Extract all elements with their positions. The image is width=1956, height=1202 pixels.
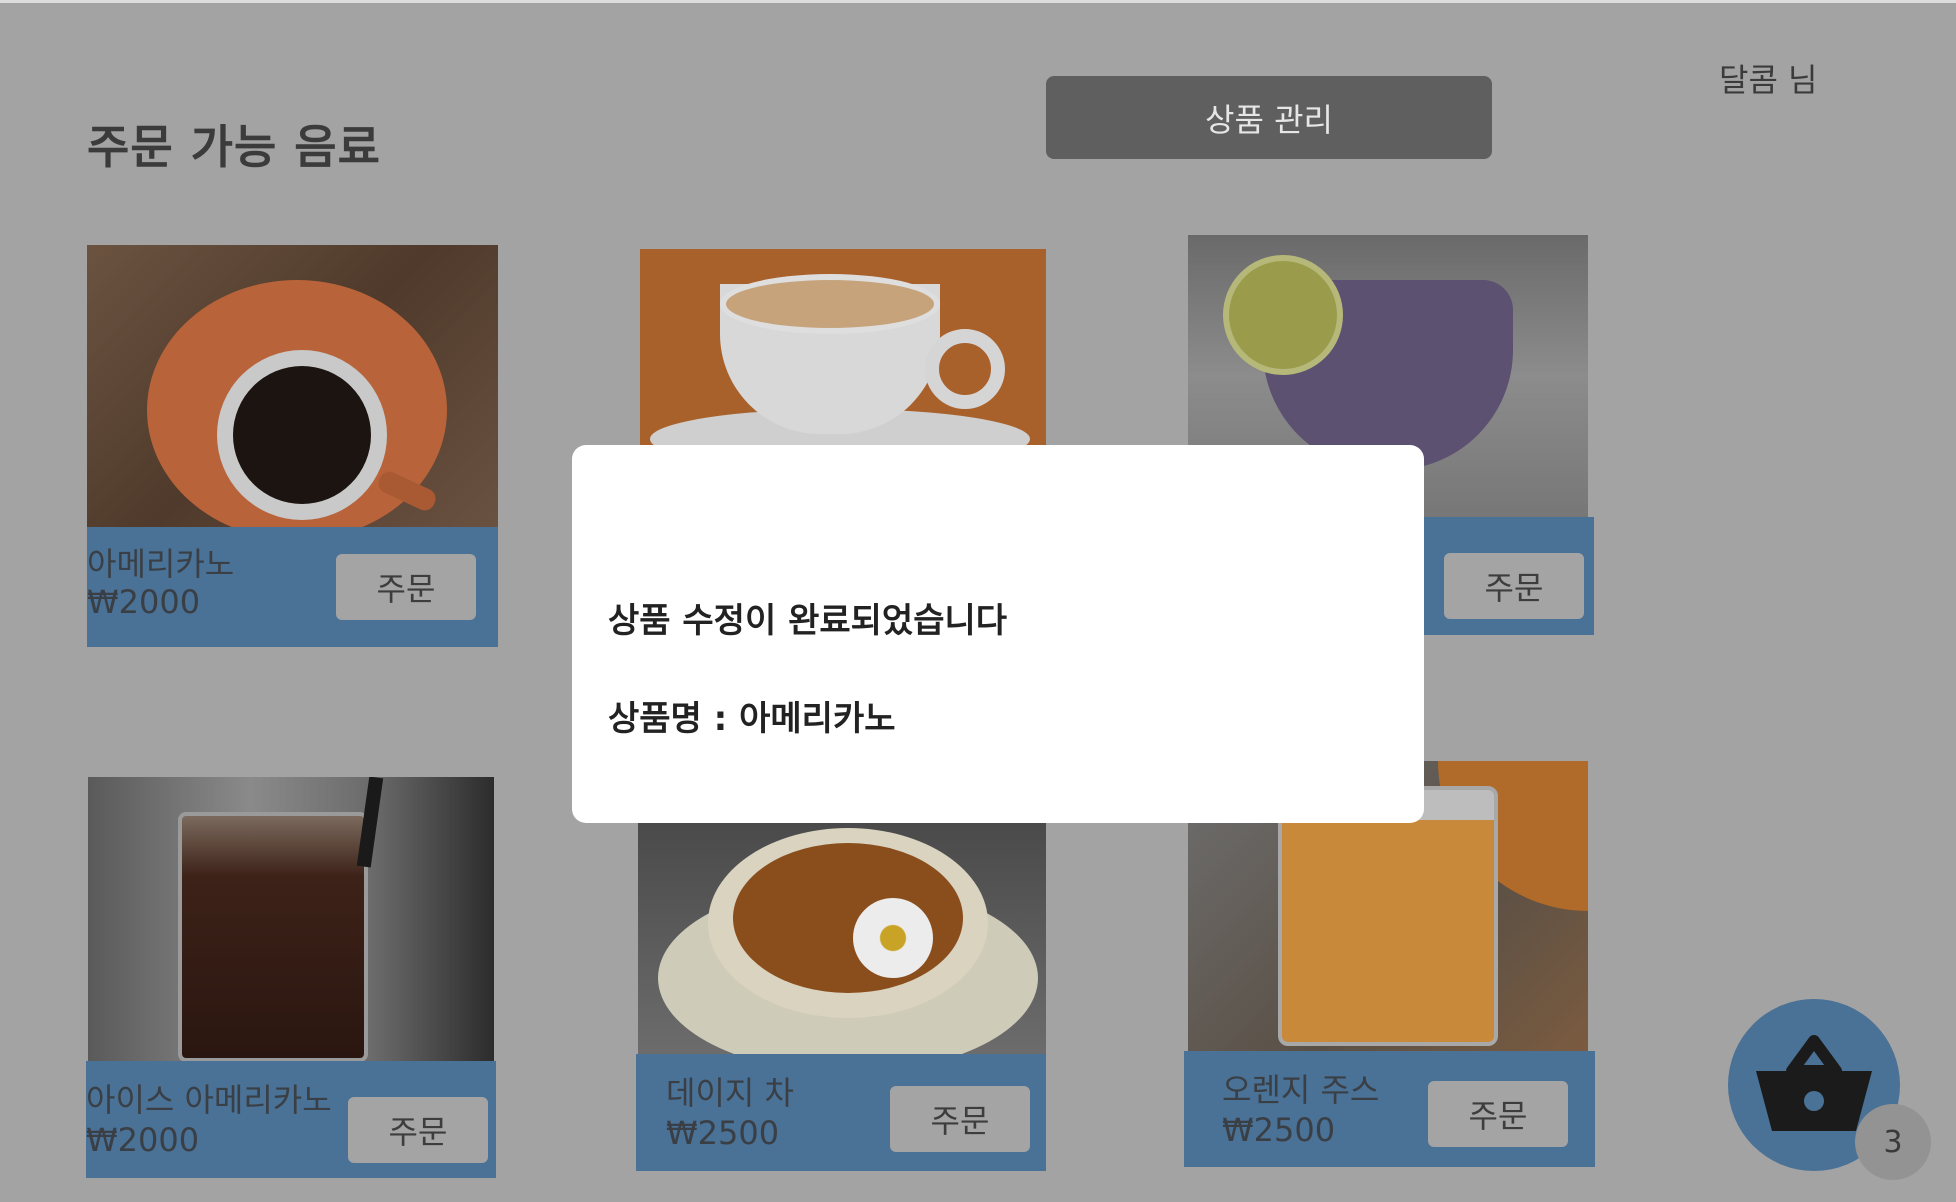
- cart-count-badge: 3: [1855, 1104, 1931, 1180]
- page-title: 주문 가능 음료: [87, 120, 381, 174]
- product-price: ₩2000: [87, 583, 201, 621]
- basket-icon: [1756, 1035, 1872, 1131]
- product-card-iced-americano: 아이스 아메리카노 ₩2000 주문: [86, 777, 496, 1178]
- order-button[interactable]: 주문: [1444, 553, 1584, 619]
- product-image-daisy-tea: [638, 823, 1046, 1054]
- dialog-product-name: 상품명 : 아메리카노: [608, 699, 896, 739]
- product-price: ₩2500: [666, 1114, 780, 1152]
- product-name: 데이지 차: [666, 1074, 794, 1112]
- user-name: 달콤 님: [1719, 61, 1818, 99]
- product-info: 아메리카노 ₩2000 주문: [87, 527, 498, 647]
- product-info: 데이지 차 ₩2500 주문: [636, 1054, 1046, 1171]
- order-button[interactable]: 주문: [336, 554, 476, 620]
- product-info: 오렌지 주스 ₩2500 주문: [1184, 1051, 1595, 1167]
- product-price: ₩2500: [1222, 1111, 1336, 1149]
- product-image-iced-americano: [88, 777, 494, 1061]
- product-info: 아이스 아메리카노 ₩2000 주문: [86, 1061, 496, 1178]
- product-name: 아메리카노: [87, 545, 235, 583]
- order-button[interactable]: 주문: [890, 1086, 1030, 1152]
- product-card-americano: 아메리카노 ₩2000 주문: [87, 245, 498, 647]
- order-button[interactable]: 주문: [348, 1097, 488, 1163]
- manage-products-button[interactable]: 상품 관리: [1046, 76, 1492, 159]
- product-card-daisy-tea: 데이지 차 ₩2500 주문: [636, 823, 1046, 1171]
- product-price: ₩2000: [86, 1121, 200, 1159]
- dialog-message: 상품 수정이 완료되었습니다: [608, 601, 1008, 641]
- product-image-americano: [87, 245, 498, 527]
- product-name: 아이스 아메리카노: [86, 1081, 332, 1119]
- update-complete-dialog[interactable]: 상품 수정이 완료되었습니다 상품명 : 아메리카노: [572, 445, 1424, 823]
- order-button[interactable]: 주문: [1428, 1081, 1568, 1147]
- order-page: 주문 가능 음료 상품 관리 달콤 님 아메리카노 ₩2000 주문 주문 아이…: [0, 0, 1956, 1202]
- product-name: 오렌지 주스: [1222, 1071, 1380, 1109]
